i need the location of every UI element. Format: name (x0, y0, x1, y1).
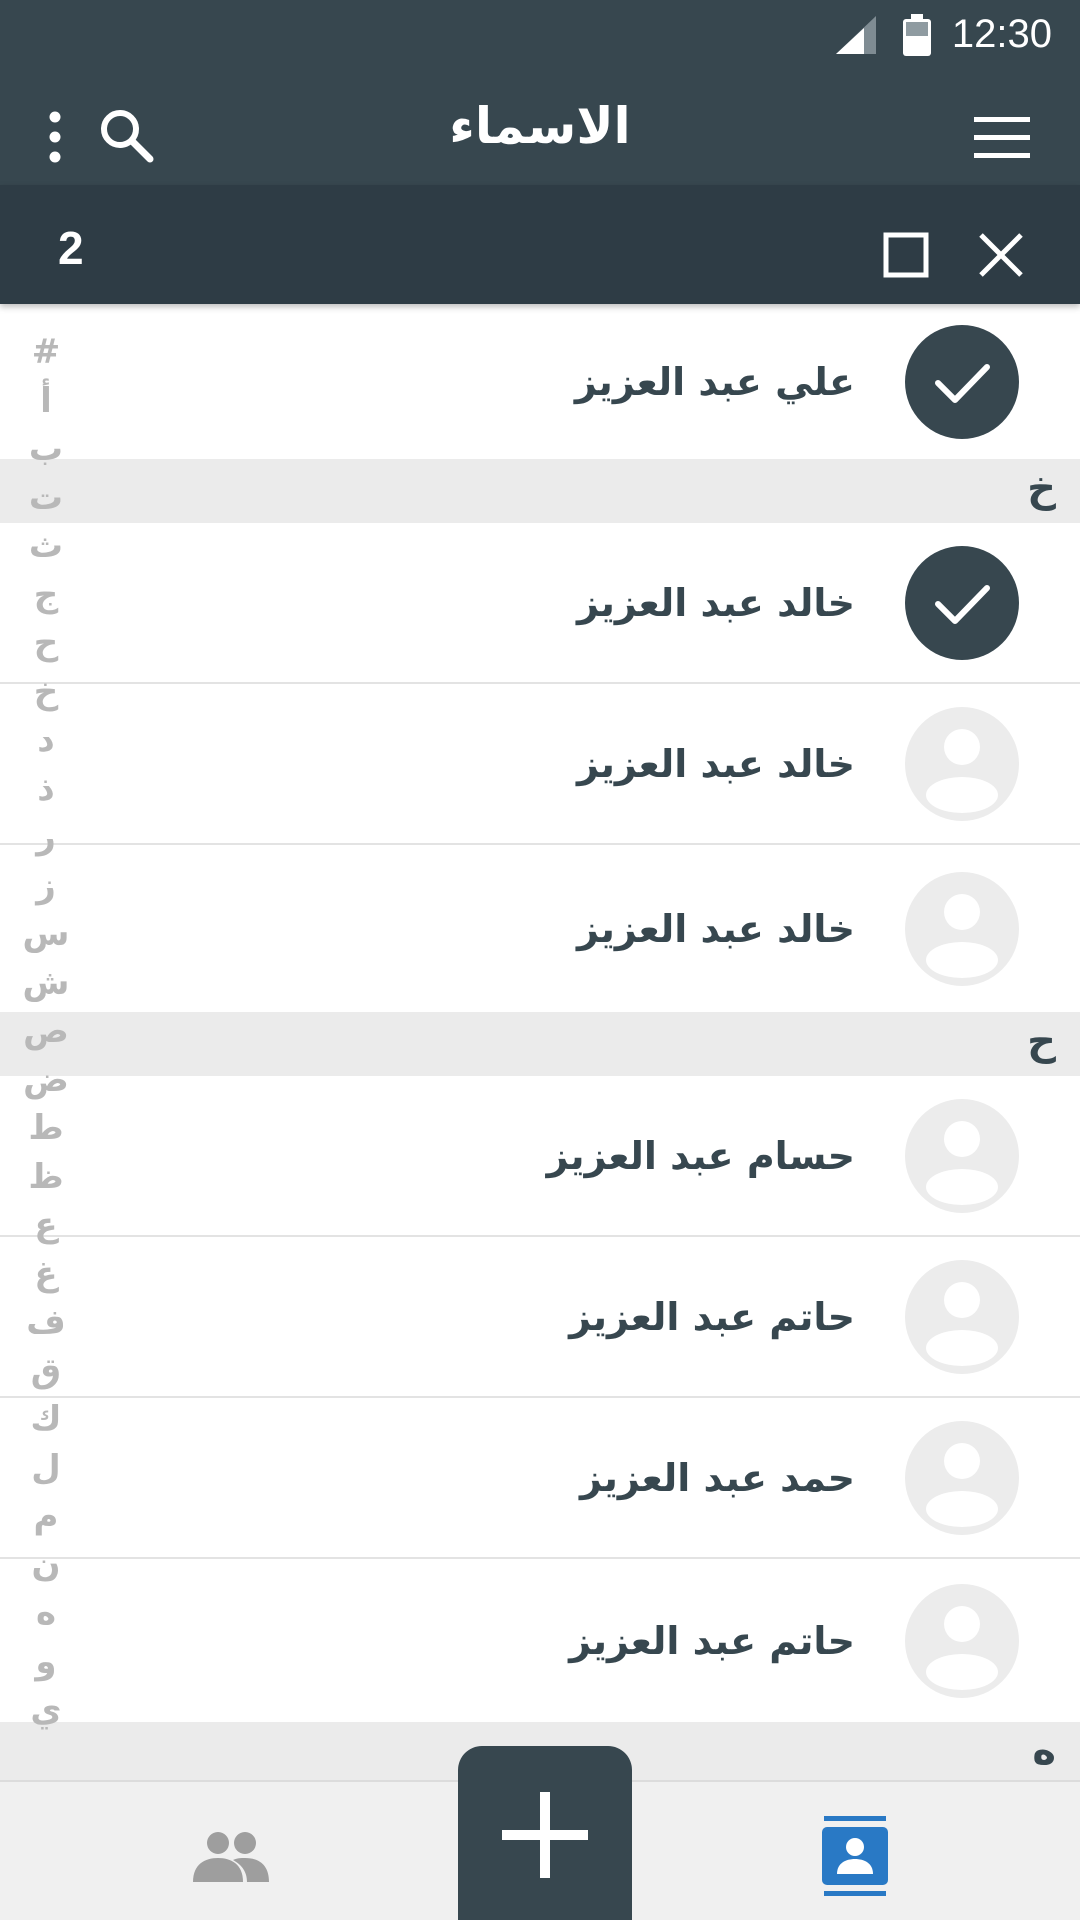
selection-toolbar: 2 (0, 185, 1080, 304)
contacts-icon[interactable] (822, 1816, 888, 1896)
index-letter[interactable]: د (14, 716, 78, 765)
contact-name: حمد عبد العزيز (580, 1455, 855, 1500)
index-letter[interactable]: ك (14, 1395, 78, 1444)
avatar[interactable] (905, 871, 1019, 986)
index-letter[interactable]: ز (14, 862, 78, 911)
app-bar: الاسماء (0, 73, 1080, 185)
person-placeholder-icon (926, 728, 998, 813)
contact-name: حاتم عبد العزيز (569, 1618, 855, 1663)
contact-row[interactable]: خالد عبد العزيز (0, 684, 1080, 845)
contact-name: خالد عبد العزيز (576, 580, 855, 625)
index-letter[interactable]: ح (14, 619, 78, 668)
contact-row[interactable]: حمد عبد العزيز (0, 1398, 1080, 1559)
index-letter[interactable]: ب (14, 425, 78, 474)
avatar-selected[interactable] (905, 324, 1019, 439)
contact-name: علي عبد العزيز (574, 359, 855, 404)
index-letter[interactable]: ن (14, 1541, 78, 1590)
index-letter[interactable]: ي (14, 1686, 78, 1735)
index-letter[interactable]: ش (14, 959, 78, 1008)
index-letter[interactable]: # (14, 328, 78, 377)
person-placeholder-icon (926, 1120, 998, 1205)
index-letter[interactable]: ع (14, 1201, 78, 1250)
avatar[interactable] (905, 1583, 1019, 1698)
person-placeholder-icon (926, 1442, 998, 1527)
index-letter[interactable]: غ (14, 1250, 78, 1299)
index-letter[interactable]: ه (14, 1589, 78, 1638)
section-letter: ح (1027, 1018, 1056, 1064)
avatar[interactable] (905, 706, 1019, 821)
contact-row[interactable]: خالد عبد العزيز (0, 523, 1080, 684)
section-letter: ه (1032, 1728, 1056, 1774)
check-icon (935, 584, 990, 624)
index-letter[interactable]: ض (14, 1056, 78, 1105)
index-letter[interactable]: ق (14, 1347, 78, 1396)
contact-list[interactable]: علي عبد العزيز خ خالد عبد العزيز خالد عب… (0, 304, 1080, 1780)
signal-icon (836, 16, 876, 54)
index-letter[interactable]: ج (14, 571, 78, 620)
contact-name: حاتم عبد العزيز (569, 1294, 855, 1339)
contact-name: حسام عبد العزيز (546, 1133, 855, 1178)
contact-name: خالد عبد العزيز (576, 906, 855, 951)
contact-row[interactable]: علي عبد العزيز (0, 304, 1080, 459)
index-letter[interactable]: ذ (14, 765, 78, 814)
alphabet-index[interactable]: # أ ب ت ث ج ح خ د ذ ر ز س ش ص ض ط ظ ع غ … (14, 328, 78, 1788)
person-placeholder-icon (926, 1605, 998, 1690)
plus-icon (502, 1792, 588, 1878)
person-placeholder-icon (926, 893, 998, 978)
avatar[interactable] (905, 1259, 1019, 1374)
avatar[interactable] (905, 1098, 1019, 1213)
index-letter[interactable]: ر (14, 813, 78, 862)
index-letter[interactable]: و (14, 1638, 78, 1687)
index-letter[interactable]: ف (14, 1298, 78, 1347)
status-bar: 12:30 (0, 0, 1080, 73)
avatar-selected[interactable] (905, 545, 1019, 660)
battery-icon (903, 14, 931, 56)
section-letter: خ (1027, 465, 1056, 511)
index-letter[interactable]: ص (14, 1007, 78, 1056)
contact-row[interactable]: حاتم عبد العزيز (0, 1559, 1080, 1722)
index-letter[interactable]: ظ (14, 1153, 78, 1202)
groups-icon[interactable] (193, 1830, 269, 1882)
section-header: ح (0, 1012, 1080, 1076)
page-title: الاسماء (449, 97, 631, 155)
index-letter[interactable]: س (14, 910, 78, 959)
close-icon[interactable] (978, 232, 1024, 278)
index-letter[interactable]: ت (14, 474, 78, 523)
add-contact-button[interactable] (458, 1746, 632, 1920)
section-header: خ (0, 459, 1080, 523)
contact-row[interactable]: خالد عبد العزيز (0, 845, 1080, 1012)
contact-name: خالد عبد العزيز (576, 741, 855, 786)
selection-count: 2 (58, 222, 84, 274)
index-letter[interactable]: م (14, 1492, 78, 1541)
hamburger-menu-icon[interactable] (974, 117, 1030, 159)
avatar[interactable] (905, 1420, 1019, 1535)
status-time: 12:30 (951, 12, 1052, 56)
check-icon (935, 363, 990, 403)
index-letter[interactable]: أ (14, 377, 78, 426)
contact-row[interactable]: حسام عبد العزيز (0, 1076, 1080, 1237)
contact-row[interactable]: حاتم عبد العزيز (0, 1237, 1080, 1398)
index-letter[interactable]: ل (14, 1444, 78, 1493)
index-letter[interactable]: ط (14, 1104, 78, 1153)
person-placeholder-icon (926, 1281, 998, 1366)
index-letter[interactable]: ث (14, 522, 78, 571)
checkbox-outline-icon[interactable] (883, 232, 929, 278)
index-letter[interactable]: خ (14, 668, 78, 717)
